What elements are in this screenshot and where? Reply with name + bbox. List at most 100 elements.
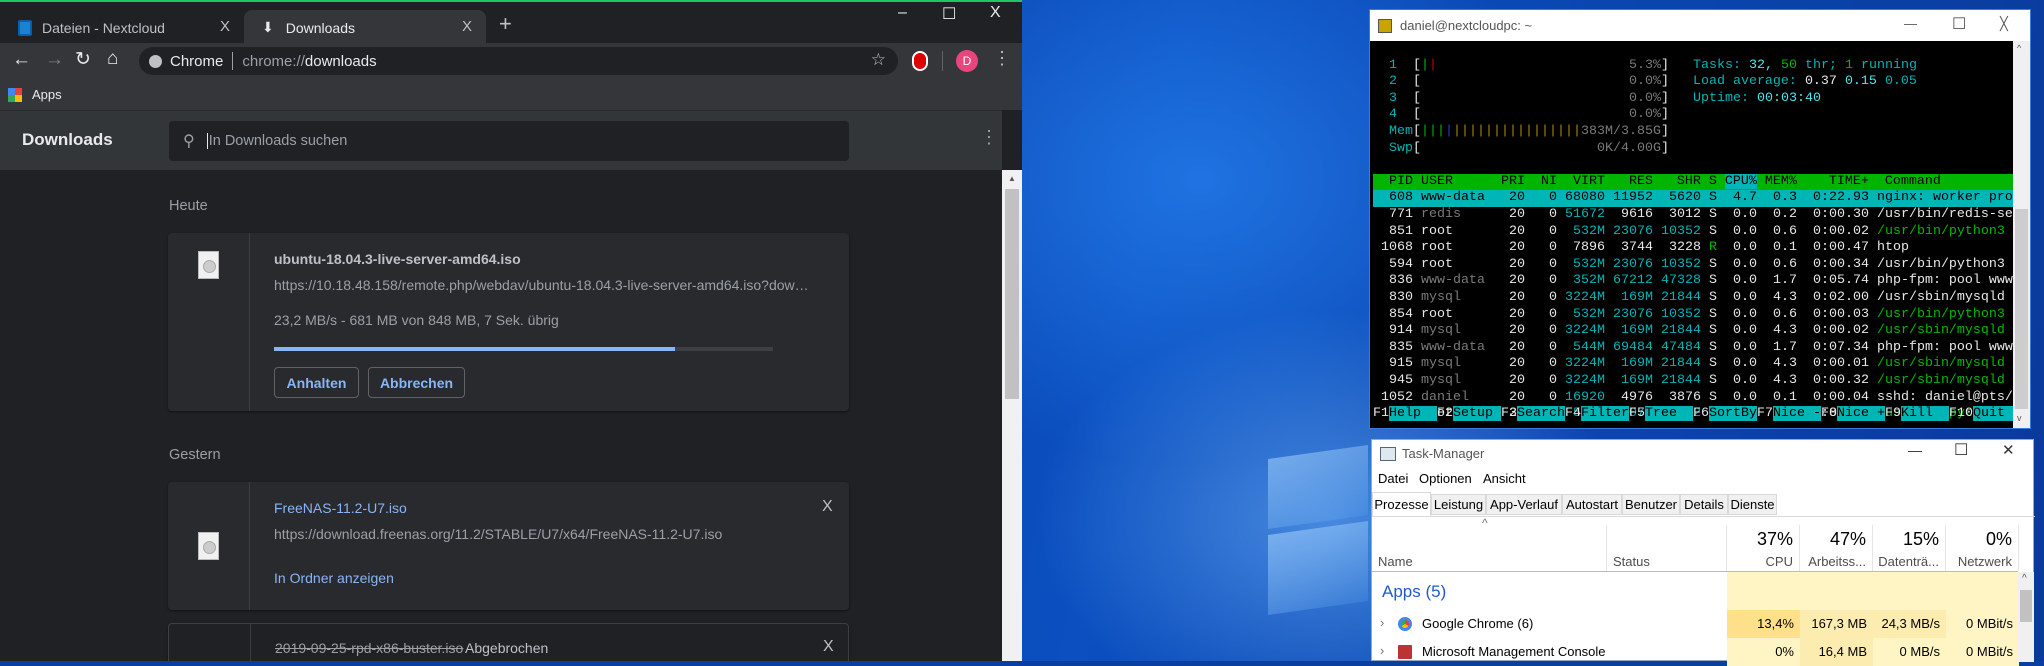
pause-button[interactable]: Anhalten: [274, 367, 359, 398]
fkey[interactable]: F1: [1373, 406, 1389, 421]
back-button[interactable]: ←: [12, 49, 31, 71]
maximize-button[interactable]: ☐: [1952, 14, 1966, 34]
scroll-up-icon[interactable]: ▲: [1008, 174, 1016, 183]
remove-item-button[interactable]: X: [823, 638, 834, 656]
tab-prozesse[interactable]: Prozesse: [1372, 492, 1431, 516]
scrollbar-thumb[interactable]: [2020, 590, 2032, 622]
column-header-status[interactable]: Status: [1607, 525, 1727, 571]
menu-datei[interactable]: Datei: [1378, 471, 1408, 486]
cancel-button[interactable]: Abbrechen: [368, 367, 465, 398]
tab-app-verlauf[interactable]: App-Verlauf: [1486, 494, 1562, 515]
process-row[interactable]: 915 mysql 20 0 3224M 169M 21844 S 0.0 4.…: [1373, 356, 2013, 373]
download-url[interactable]: https://download.freenas.org/11.2/STABLE…: [274, 526, 722, 542]
menu-kebab-icon[interactable]: ⋮: [993, 48, 1011, 69]
process-row[interactable]: 836 www-data 20 0 352M 67212 47328 S 0.0…: [1373, 273, 2013, 290]
close-window-button[interactable]: X: [990, 4, 1001, 22]
scrollbar[interactable]: ▲: [1002, 170, 1022, 661]
tab-details[interactable]: Details: [1680, 494, 1728, 515]
fkey-label[interactable]: Search: [1517, 406, 1565, 422]
minimize-button[interactable]: –: [898, 4, 907, 22]
close-button[interactable]: ╳: [2000, 16, 2008, 32]
fkey-label[interactable]: Filter: [1581, 406, 1629, 422]
column-header-network[interactable]: 0% Netzwerk: [1946, 525, 2019, 571]
expand-chevron-icon[interactable]: ›: [1380, 643, 1384, 658]
avatar[interactable]: D: [956, 50, 978, 72]
expand-chevron-icon[interactable]: ›: [1380, 615, 1384, 630]
menu-ansicht[interactable]: Ansicht: [1483, 471, 1526, 486]
minimize-button[interactable]: —: [1904, 16, 1917, 31]
search-input[interactable]: ⚲ In Downloads suchen: [169, 121, 849, 161]
fkey-label[interactable]: SortBy: [1709, 406, 1757, 422]
process-row[interactable]: 1052 daniel 20 0 16920 4976 3876 S 0.0 0…: [1373, 390, 2013, 407]
new-tab-button[interactable]: +: [499, 11, 512, 37]
scroll-down-icon[interactable]: v: [2017, 413, 2022, 423]
download-url[interactable]: https://10.18.48.158/remote.php/webdav/u…: [274, 277, 809, 293]
tab-dienste[interactable]: Dienste: [1728, 494, 1777, 515]
column-headers: PID USER PRI NI VIRT RES SHR S: [1373, 173, 1725, 189]
minimize-button[interactable]: —: [1908, 442, 1922, 458]
fkey-label[interactable]: Setup: [1453, 406, 1501, 422]
address-bar[interactable]: Chrome chrome://downloads ☆: [139, 47, 898, 75]
tab-autostart[interactable]: Autostart: [1562, 494, 1622, 515]
process-row[interactable]: 1068 root 20 0 7896 3744 3228 R 0.0 0.1 …: [1373, 240, 2013, 257]
tab-leistung[interactable]: Leistung: [1431, 494, 1486, 515]
fkey[interactable]: F10: [1949, 406, 1973, 421]
process-row[interactable]: 594 root 20 0 532M 23076 10352 S 0.0 0.6…: [1373, 257, 2013, 274]
home-button[interactable]: ⌂: [107, 48, 118, 70]
download-filename-link[interactable]: FreeNAS-11.2-U7.iso: [274, 500, 407, 516]
tab-nextcloud[interactable]: Dateien - Nextcloud X: [0, 10, 244, 45]
fkey[interactable]: F8: [1821, 406, 1837, 421]
fkey-label[interactable]: Tree: [1645, 406, 1693, 422]
fkey-label[interactable]: Nice -: [1773, 406, 1821, 422]
fkey-label[interactable]: Kill: [1901, 406, 1949, 422]
download-filename[interactable]: ubuntu-18.04.3-live-server-amd64.iso: [274, 251, 521, 267]
process-row[interactable]: 914 mysql 20 0 3224M 169M 21844 S 0.0 4.…: [1373, 323, 2013, 340]
reload-button[interactable]: ↻: [75, 48, 91, 71]
fkey-label[interactable]: Help: [1389, 406, 1437, 422]
menu-optionen[interactable]: Optionen: [1419, 471, 1472, 486]
scrollbar-thumb[interactable]: [2015, 209, 2028, 409]
scrollbar-thumb[interactable]: [1005, 189, 1019, 399]
close-button[interactable]: ✕: [2002, 441, 2015, 459]
adblock-extension-icon[interactable]: [912, 51, 928, 71]
fkey[interactable]: F7: [1757, 406, 1773, 421]
forward-button[interactable]: →: [45, 49, 64, 71]
process-row[interactable]: 835 www-data 20 0 544M 69484 47484 S 0.0…: [1373, 340, 2013, 357]
scrollbar[interactable]: ^: [2018, 572, 2034, 662]
process-row[interactable]: 771 redis 20 0 51672 9616 3012 S 0.0 0.2…: [1373, 207, 2013, 224]
scrollbar[interactable]: ^ v: [2013, 41, 2030, 428]
column-header-disk[interactable]: 15% Datenträ...: [1873, 525, 1946, 571]
remove-item-button[interactable]: X: [822, 498, 833, 516]
bookmark-apps[interactable]: Apps: [32, 87, 62, 102]
htop-screen[interactable]: 1 [|| 5.3%] Tasks: 32, 50 thr; 1 running…: [1373, 41, 2021, 428]
process-row[interactable]: 854 root 20 0 532M 23076 10352 S 0.0 0.6…: [1373, 307, 2013, 324]
fkey[interactable]: F5: [1629, 406, 1645, 421]
fkey[interactable]: F9: [1885, 406, 1901, 421]
process-row[interactable]: › Microsoft Management Console 0% 16,4 MB 0 …: [1372, 638, 2019, 666]
fkey[interactable]: F3: [1501, 406, 1517, 421]
fkey[interactable]: F6: [1693, 406, 1709, 421]
close-tab-icon[interactable]: X: [220, 18, 230, 35]
close-tab-icon[interactable]: X: [462, 18, 472, 35]
more-actions-icon[interactable]: ⋮: [980, 127, 998, 148]
maximize-button[interactable]: ☐: [942, 4, 956, 24]
column-header-name[interactable]: Name: [1372, 525, 1607, 571]
fkey-label[interactable]: Nice +: [1837, 406, 1885, 422]
fkey[interactable]: F4: [1565, 406, 1581, 421]
column-header-cpu[interactable]: 37% CPU: [1727, 525, 1800, 571]
process-row[interactable]: › Google Chrome (6) 13,4% 167,3 MB 24,3 MB/s…: [1372, 610, 2019, 638]
process-row[interactable]: 608 www-data 20 0 68080 11952 5620 S 4.7…: [1373, 190, 2013, 207]
tab-downloads[interactable]: ⬇ Downloads X: [244, 10, 486, 45]
show-in-folder-link[interactable]: In Ordner anzeigen: [274, 570, 394, 586]
scroll-up-icon[interactable]: ^: [2017, 43, 2021, 53]
process-row[interactable]: 830 mysql 20 0 3224M 169M 21844 S 0.0 4.…: [1373, 290, 2013, 307]
bookmark-star-icon[interactable]: ☆: [871, 50, 886, 70]
maximize-button[interactable]: ☐: [1954, 440, 1968, 460]
scroll-up-icon[interactable]: ^: [2022, 573, 2027, 584]
fkey[interactable]: F2: [1437, 406, 1453, 421]
group-header-apps[interactable]: Apps (5): [1382, 582, 1446, 602]
process-row[interactable]: 851 root 20 0 532M 23076 10352 S 0.0 0.6…: [1373, 224, 2013, 241]
process-row[interactable]: 945 mysql 20 0 3224M 169M 21844 S 0.0 4.…: [1373, 373, 2013, 390]
column-header-memory[interactable]: 47% Arbeitss...: [1800, 525, 1873, 571]
tab-benutzer[interactable]: Benutzer: [1622, 494, 1680, 515]
